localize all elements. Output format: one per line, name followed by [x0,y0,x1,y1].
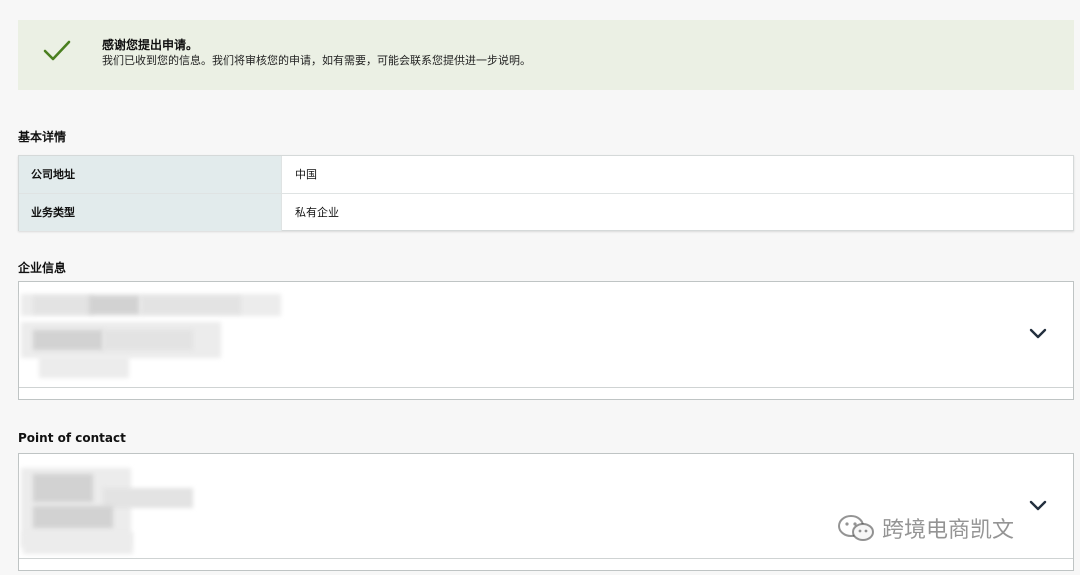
redacted-text [33,474,93,502]
redacted-text [23,532,133,554]
divider [19,387,1073,388]
watermark: 跨境电商凯文 [836,508,1014,548]
watermark-text: 跨境电商凯文 [882,518,1015,543]
chevron-down-icon[interactable] [1029,328,1047,340]
alert-message: 我们已收到您的信息。我们将审核您的申请，如有需要，可能会联系您提供进一步说明。 [102,54,531,67]
business-info-heading: 企业信息 [18,261,67,275]
chevron-down-icon[interactable] [1029,500,1047,512]
divider [19,558,1073,559]
redacted-text [33,506,113,528]
business-type-label: 业务类型 [19,194,282,231]
redacted-text [89,296,139,314]
point-of-contact-heading: Point of contact [18,431,126,445]
business-type-value: 私有企业 [295,206,339,219]
success-alert: 感谢您提出申请。 我们已收到您的信息。我们将审核您的申请，如有需要，可能会联系您… [18,20,1074,90]
company-address-value: 中国 [295,168,317,181]
wechat-icon [838,515,874,541]
company-address-label: 公司地址 [19,156,282,193]
redacted-text [33,330,103,350]
redacted-text [103,488,193,508]
basic-details-table: 公司地址 中国 业务类型 私有企业 [18,155,1074,231]
basic-details-heading: 基本详情 [18,130,67,144]
redacted-text [103,330,193,350]
table-row: 公司地址 中国 [19,156,1073,194]
redacted-text [141,296,241,314]
redacted-text [33,296,93,314]
business-info-expander[interactable] [18,281,1074,400]
alert-title: 感谢您提出申请。 [102,38,199,52]
table-row: 业务类型 私有企业 [19,194,1073,231]
redacted-text [39,356,129,378]
check-icon [43,40,71,61]
